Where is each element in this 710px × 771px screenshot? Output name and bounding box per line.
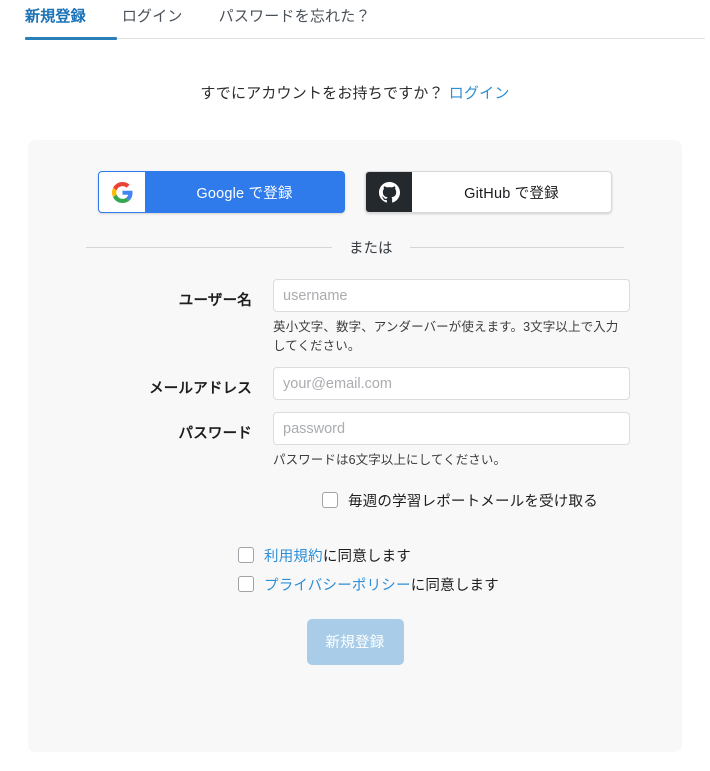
signup-form: ユーザー名 英小文字、数字、アンダーバーが使えます。3文字以上で入力してください… xyxy=(28,279,682,665)
github-signup-label: GitHub で登録 xyxy=(464,185,559,202)
email-label: メールアドレス xyxy=(149,381,252,397)
privacy-checkbox[interactable] xyxy=(238,576,254,592)
privacy-label: プライバシーポリシーに同意します xyxy=(264,574,499,595)
password-label: パスワード xyxy=(178,426,252,442)
privacy-agree-text: に同意します xyxy=(410,577,499,594)
oauth-button-row: Google で登録 GitHub で登録 xyxy=(28,140,682,213)
github-icon xyxy=(366,172,412,212)
google-signup-label: Google で登録 xyxy=(196,185,293,202)
github-signup-button[interactable]: GitHub で登録 xyxy=(365,171,612,213)
username-input[interactable] xyxy=(273,279,630,312)
password-row: パスワード パスワードは6文字以上にしてください。 xyxy=(28,412,682,470)
signup-submit-button[interactable]: 新規登録 xyxy=(306,618,404,665)
active-tab-underline xyxy=(25,37,117,40)
divider-line-left xyxy=(86,247,332,248)
login-link[interactable]: ログイン xyxy=(449,85,510,102)
existing-account-text: すでにアカウントをお持ちですか？ xyxy=(200,85,444,102)
row-gap xyxy=(28,355,682,367)
password-input[interactable] xyxy=(273,412,630,445)
terms-label: 利用規約に同意します xyxy=(264,545,411,566)
email-control xyxy=(273,367,682,400)
terms-checkbox[interactable] xyxy=(238,547,254,563)
tab-signup[interactable]: 新規登録 xyxy=(25,0,86,26)
tab-login[interactable]: ログイン xyxy=(122,0,183,26)
newsletter-row[interactable]: 毎週の学習レポートメールを受け取る xyxy=(28,490,682,511)
newsletter-label: 毎週の学習レポートメールを受け取る xyxy=(348,493,598,510)
agreements-block: 利用規約に同意します プライバシーポリシーに同意します xyxy=(28,545,682,595)
submit-row: 新規登録 xyxy=(28,618,682,665)
username-help-text: 英小文字、数字、アンダーバーが使えます。3文字以上で入力してください。 xyxy=(273,320,619,353)
newsletter-checkbox[interactable] xyxy=(322,492,338,508)
email-input[interactable] xyxy=(273,367,630,400)
terms-agreement-row[interactable]: 利用規約に同意します xyxy=(238,545,682,566)
tab-bar: 新規登録 ログイン パスワードを忘れた？ xyxy=(25,0,705,44)
google-icon xyxy=(99,172,145,212)
existing-account-prompt: すでにアカウントをお持ちですか？ ログイン xyxy=(0,82,710,103)
username-control: 英小文字、数字、アンダーバーが使えます。3文字以上で入力してください。 xyxy=(273,279,682,355)
username-row: ユーザー名 英小文字、数字、アンダーバーが使えます。3文字以上で入力してください… xyxy=(28,279,682,355)
row-gap xyxy=(28,400,682,412)
privacy-policy-link[interactable]: プライバシーポリシー xyxy=(264,578,411,594)
privacy-agreement-row[interactable]: プライバシーポリシーに同意します xyxy=(238,574,682,595)
signup-card: Google で登録 GitHub で登録 または ユーザー名 英小文字、数字、… xyxy=(28,140,682,752)
divider-line-right xyxy=(409,247,624,248)
or-divider: または xyxy=(86,237,624,258)
email-row: メールアドレス xyxy=(28,367,682,400)
terms-agree-text: に同意します xyxy=(322,548,412,565)
google-signup-button[interactable]: Google で登録 xyxy=(98,171,345,213)
terms-of-service-link[interactable]: 利用規約 xyxy=(264,549,323,565)
username-label: ユーザー名 xyxy=(178,293,252,309)
password-help-text: パスワードは6文字以上にしてください。 xyxy=(273,453,507,467)
tab-forgot-password[interactable]: パスワードを忘れた？ xyxy=(219,0,371,26)
divider-label: または xyxy=(349,241,393,257)
password-control: パスワードは6文字以上にしてください。 xyxy=(273,412,682,470)
tab-bar-rule xyxy=(25,38,705,39)
